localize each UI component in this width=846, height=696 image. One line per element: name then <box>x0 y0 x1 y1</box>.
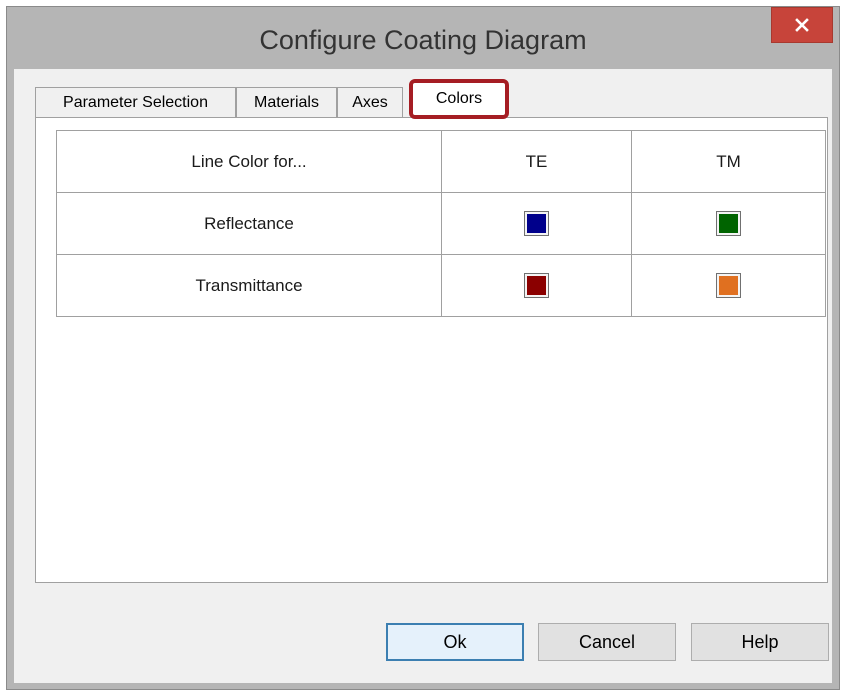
title-bar[interactable]: Configure Coating Diagram <box>7 7 839 69</box>
reflectance-tm-color-swatch[interactable] <box>716 211 741 236</box>
cell-transmittance-tm <box>631 254 826 317</box>
cell-transmittance-te <box>441 254 632 317</box>
header-line-color-for: Line Color for... <box>56 130 442 193</box>
tab-materials[interactable]: Materials <box>236 87 337 117</box>
table-row: Reflectance <box>56 192 826 255</box>
close-icon <box>795 18 809 32</box>
reflectance-te-color-swatch[interactable] <box>524 211 549 236</box>
close-button[interactable] <box>771 7 833 43</box>
colors-tab-panel: Line Color for... TE TM Reflectance Tran… <box>35 117 828 583</box>
cell-reflectance-te <box>441 192 632 255</box>
window-title: Configure Coating Diagram <box>259 25 587 55</box>
tab-axes[interactable]: Axes <box>337 87 403 117</box>
help-button[interactable]: Help <box>691 623 829 661</box>
row-label-transmittance: Transmittance <box>56 254 442 317</box>
header-tm: TM <box>631 130 826 193</box>
line-color-table: Line Color for... TE TM Reflectance Tran… <box>56 130 826 317</box>
row-label-reflectance: Reflectance <box>56 192 442 255</box>
ok-button[interactable]: Ok <box>386 623 524 661</box>
transmittance-tm-color-swatch[interactable] <box>716 273 741 298</box>
transmittance-te-color-swatch[interactable] <box>524 273 549 298</box>
table-header-row: Line Color for... TE TM <box>56 130 826 193</box>
dialog-client-area: Parameter Selection Materials Axes Color… <box>14 69 832 683</box>
tab-parameter-selection[interactable]: Parameter Selection <box>35 87 236 117</box>
tab-colors[interactable]: Colors <box>409 79 509 119</box>
dialog-window: Configure Coating Diagram Parameter Sele… <box>6 6 840 690</box>
cancel-button[interactable]: Cancel <box>538 623 676 661</box>
table-row: Transmittance <box>56 254 826 317</box>
cell-reflectance-tm <box>631 192 826 255</box>
header-te: TE <box>441 130 632 193</box>
